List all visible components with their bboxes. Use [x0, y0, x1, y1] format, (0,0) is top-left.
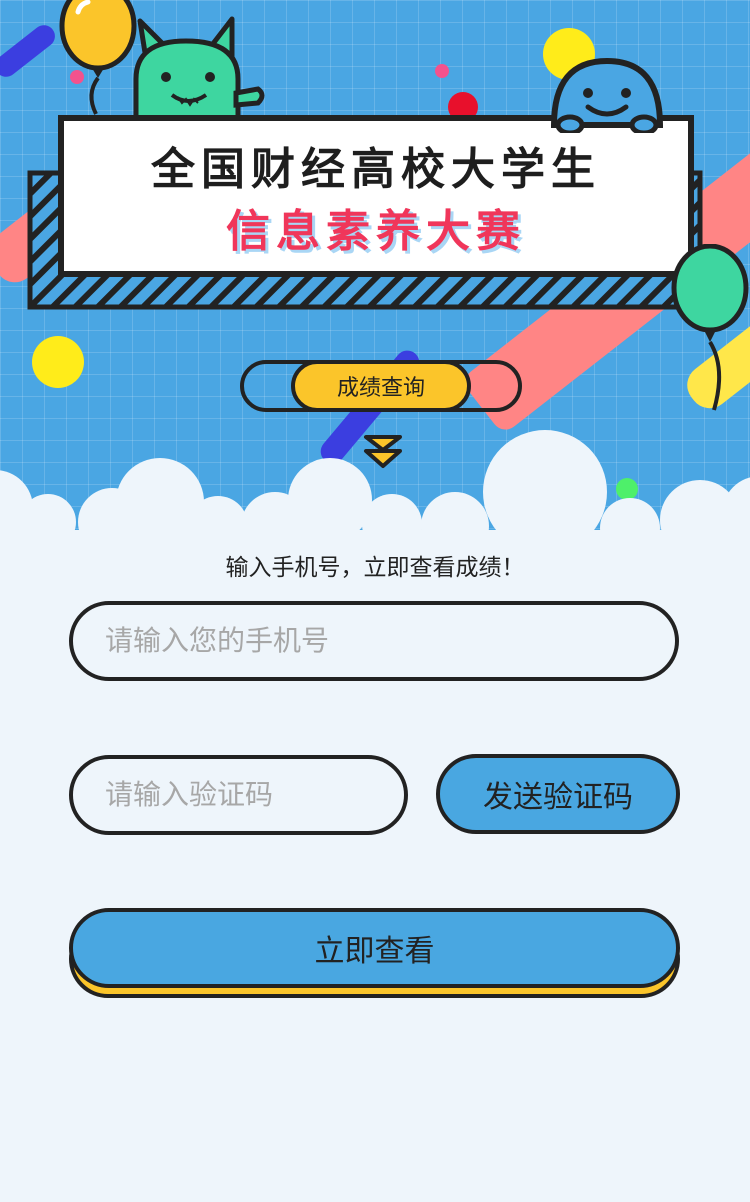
yellow-dot [32, 336, 84, 388]
prompt-text: 输入手机号，立即查看成绩！ [225, 554, 525, 580]
phone-input[interactable] [73, 605, 675, 677]
page-title: 全国财经高校大学生 [151, 144, 601, 195]
code-field-wrap [69, 755, 408, 835]
chevron-down-icon [364, 435, 402, 468]
blue-smiley-icon [550, 57, 664, 133]
send-code-button[interactable]: 发送验证码 [436, 754, 680, 834]
tab-score-query[interactable]: 成绩查询 [291, 360, 471, 412]
green-monster-icon [133, 16, 265, 125]
verification-code-input[interactable] [73, 759, 404, 831]
pink-dot [435, 64, 449, 78]
blue-stick [0, 20, 60, 82]
page-subtitle: 信息素养大赛 [226, 206, 526, 257]
view-now-button[interactable]: 立即查看 [69, 908, 680, 988]
title-card: 全国财经高校大学生 信息素养大赛 [58, 115, 694, 277]
phone-field-wrap [69, 601, 679, 681]
green-balloon-icon [671, 244, 749, 411]
